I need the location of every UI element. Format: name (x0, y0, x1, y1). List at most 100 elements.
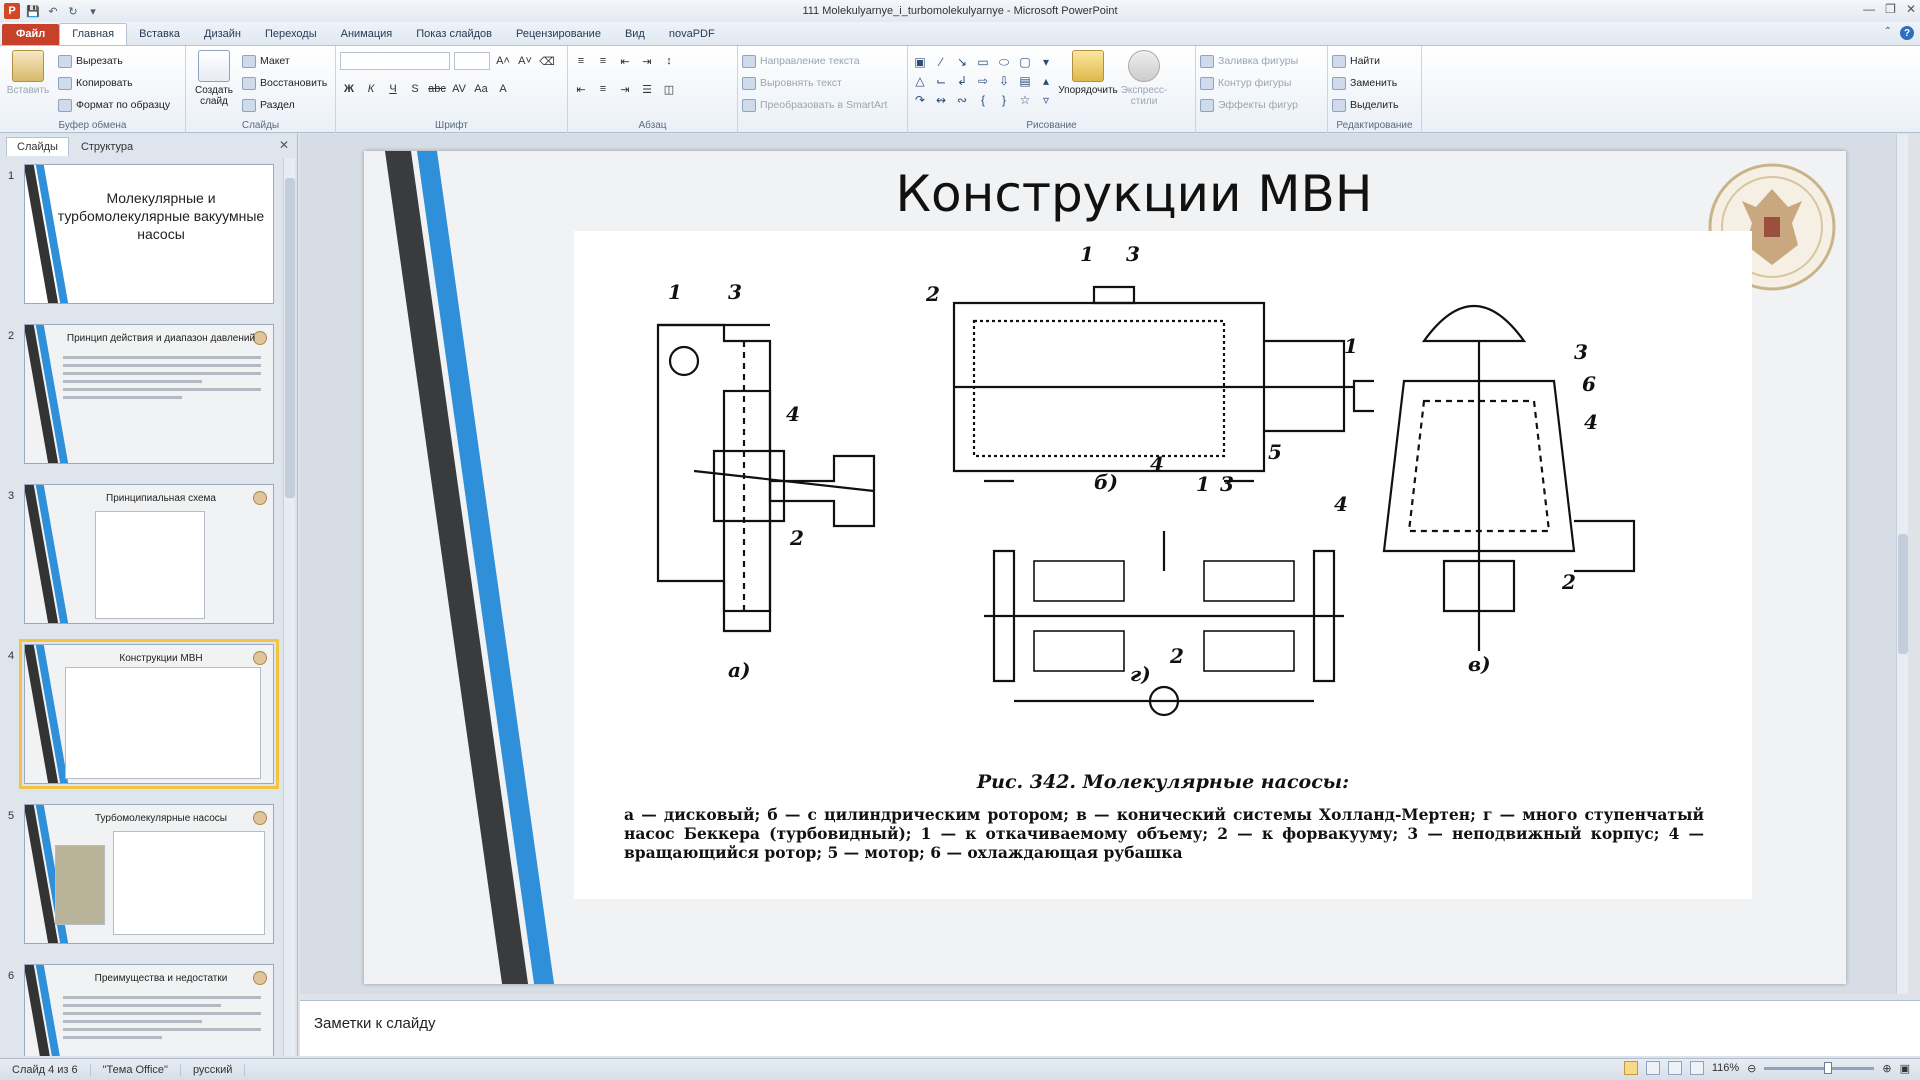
right-arrow-shape-icon[interactable]: ⇨ (975, 73, 991, 89)
section-button[interactable]: Раздел (242, 94, 327, 116)
paste-button[interactable]: Вставить (4, 50, 52, 116)
line-shape-icon[interactable]: ∕ (933, 54, 949, 70)
columns-icon[interactable]: ◫ (660, 80, 678, 98)
freeform-icon[interactable]: ∾ (954, 92, 970, 108)
elbow-arrow-icon[interactable]: ↲ (954, 73, 970, 89)
replace-button[interactable]: Заменить (1332, 72, 1417, 94)
powerpoint-app-icon[interactable]: P (4, 3, 20, 19)
shrink-font-icon[interactable]: A˅ (516, 52, 534, 70)
close-icon[interactable]: ✕ (1906, 2, 1916, 16)
notes-pane[interactable]: Заметки к слайду (300, 1000, 1920, 1056)
bullets-icon[interactable]: ≡ (572, 52, 590, 70)
char-spacing-icon[interactable]: AV (450, 80, 468, 98)
font-color-icon[interactable]: A (494, 80, 512, 98)
align-center-icon[interactable]: ≡ (594, 80, 612, 98)
tab-insert[interactable]: Вставка (127, 24, 192, 45)
thumbnails-scrollbar[interactable] (283, 158, 295, 1056)
layout-button[interactable]: Макет (242, 50, 327, 72)
slide-thumbnail[interactable]: Молекулярные и турбомолекулярные вакуумн… (24, 164, 274, 304)
tab-view[interactable]: Вид (613, 24, 657, 45)
normal-view-icon[interactable] (1623, 1061, 1638, 1075)
align-text-button[interactable]: Выровнять текст (742, 72, 903, 94)
tab-design[interactable]: Дизайн (192, 24, 253, 45)
clear-format-icon[interactable]: ⌫ (538, 52, 556, 70)
scrollbar-thumb[interactable] (285, 178, 295, 498)
slide-thumbnail[interactable]: Принципиальная схема (24, 484, 274, 624)
rounded-rect-shape-icon[interactable]: ▢ (1017, 54, 1033, 70)
tab-animation[interactable]: Анимация (329, 24, 405, 45)
text-direction-button[interactable]: Направление текста (742, 50, 903, 72)
callout-shape-icon[interactable]: ▤ (1017, 73, 1033, 89)
theme-name[interactable]: "Тема Office" (91, 1063, 181, 1076)
zoom-slider[interactable] (1764, 1061, 1875, 1074)
slide-thumbnail-selected[interactable]: Конструкции МВН (19, 639, 279, 789)
zoom-in-icon[interactable]: ⊕ (1882, 1062, 1891, 1075)
zoom-slider-thumb[interactable] (1824, 1061, 1833, 1074)
tab-slideshow[interactable]: Показ слайдов (404, 24, 504, 45)
scroll-up-icon[interactable]: ▴ (1038, 73, 1054, 89)
text-box-shape-icon[interactable]: ▣ (912, 54, 928, 70)
undo-icon[interactable]: ↶ (46, 4, 60, 18)
curve-arrow-icon[interactable]: ↷ (912, 92, 928, 108)
tab-transitions[interactable]: Переходы (253, 24, 329, 45)
bold-icon[interactable]: Ж (340, 80, 358, 98)
more-shapes-icon[interactable]: ▾ (1038, 54, 1054, 70)
reset-button[interactable]: Восстановить (242, 72, 327, 94)
slide-thumbnail[interactable]: Преимущества и недостатки (24, 964, 274, 1056)
smartart-button[interactable]: Преобразовать в SmartArt (742, 94, 903, 116)
tab-novapdf[interactable]: novaPDF (657, 24, 727, 45)
quick-styles-button[interactable]: Экспресс-стили (1120, 50, 1168, 108)
oval-shape-icon[interactable]: ⬭ (996, 54, 1012, 70)
help-icon[interactable]: ? (1900, 26, 1914, 40)
shape-outline-button[interactable]: Контур фигуры (1200, 72, 1323, 94)
tab-outline[interactable]: Структура (71, 138, 143, 156)
arrow-line-shape-icon[interactable]: ↘ (954, 54, 970, 70)
slide-thumbnail[interactable]: Принцип действия и диапазон давлений (24, 324, 274, 464)
minimize-ribbon-icon[interactable]: ⌃ (1884, 26, 1892, 40)
customize-qat-icon[interactable]: ▾ (86, 4, 100, 18)
font-size-combo[interactable] (454, 52, 490, 70)
font-family-combo[interactable] (340, 52, 450, 70)
save-icon[interactable]: 💾 (26, 4, 40, 18)
increase-indent-icon[interactable]: ⇥ (638, 52, 656, 70)
shadow-icon[interactable]: S (406, 80, 424, 98)
align-right-icon[interactable]: ⇥ (616, 80, 634, 98)
tab-slides[interactable]: Слайды (6, 137, 69, 156)
minimize-icon[interactable]: — (1863, 2, 1875, 16)
line-spacing-icon[interactable]: ↕ (660, 52, 678, 70)
zoom-level[interactable]: 116% (1712, 1062, 1739, 1074)
underline-icon[interactable]: Ч (384, 80, 402, 98)
slide-sorter-icon[interactable] (1645, 1061, 1660, 1075)
restore-icon[interactable]: ❐ (1885, 2, 1896, 16)
find-button[interactable]: Найти (1332, 50, 1417, 72)
justify-icon[interactable]: ☰ (638, 80, 656, 98)
expand-shapes-icon[interactable]: ▿ (1038, 92, 1054, 108)
change-case-icon[interactable]: Aa (472, 80, 490, 98)
scrollbar-thumb[interactable] (1898, 534, 1908, 654)
slide-canvas[interactable]: Конструкции МВН 1 3 4 2 а) 1 3 2 5 4 б) … (364, 151, 1846, 984)
left-brace-icon[interactable]: { (975, 92, 991, 108)
close-pane-icon[interactable]: ✕ (279, 138, 289, 152)
tab-file[interactable]: Файл (2, 24, 60, 45)
arrange-button[interactable]: Упорядочить (1058, 50, 1118, 108)
editor-scrollbar[interactable] (1896, 134, 1908, 994)
numbering-icon[interactable]: ≡ (594, 52, 612, 70)
triangle-shape-icon[interactable]: △ (912, 73, 928, 89)
fit-to-window-icon[interactable]: ▣ (1900, 1062, 1910, 1075)
decrease-indent-icon[interactable]: ⇤ (616, 52, 634, 70)
strikethrough-icon[interactable]: abc (428, 80, 446, 98)
slideshow-view-icon[interactable] (1689, 1061, 1704, 1075)
rectangle-shape-icon[interactable]: ▭ (975, 54, 991, 70)
cut-button[interactable]: Вырезать (58, 50, 170, 72)
down-arrow-shape-icon[interactable]: ⇩ (996, 73, 1012, 89)
curve-connector-icon[interactable]: ↭ (933, 92, 949, 108)
slide-thumbnail[interactable]: Турбомолекулярные насосы (24, 804, 274, 944)
select-button[interactable]: Выделить (1332, 94, 1417, 116)
right-brace-icon[interactable]: } (996, 92, 1012, 108)
pump-figure[interactable]: 1 3 4 2 а) 1 3 2 5 4 б) 1 3 4 2 г) 1 3 6… (574, 231, 1752, 899)
shape-fill-button[interactable]: Заливка фигуры (1200, 50, 1323, 72)
tab-review[interactable]: Рецензирование (504, 24, 613, 45)
star-shape-icon[interactable]: ☆ (1017, 92, 1033, 108)
shapes-gallery[interactable]: ▣ ∕ ↘ ▭ ⬭ ▢ ▾ △ ⌙ ↲ ⇨ ⇩ ▤ ▴ ↷ ↭ ∾ { } ☆ (912, 54, 1056, 108)
shape-effects-button[interactable]: Эффекты фигур (1200, 94, 1323, 116)
